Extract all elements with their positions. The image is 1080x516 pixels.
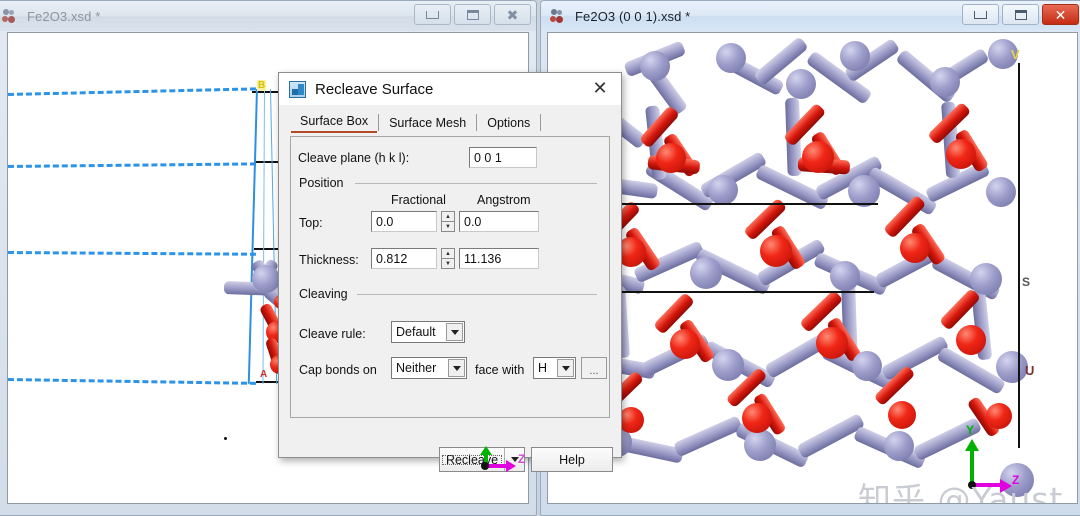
tab-separator	[540, 114, 542, 131]
thickness-angstrom-input[interactable]: 11.136	[459, 248, 539, 269]
restore-icon	[466, 9, 479, 20]
watermark: 知乎 @Yaust	[858, 480, 1064, 504]
left-window-title: Fe2O3.xsd *	[27, 8, 101, 24]
tab-separator	[378, 114, 380, 131]
marker-label-u: U	[1025, 363, 1035, 378]
dialog-body: Surface Box Surface Mesh Options Cleave …	[279, 106, 621, 472]
column-header-fractional: Fractional	[391, 193, 446, 207]
left-window-titlebar[interactable]: Fe2O3.xsd * ✖	[0, 1, 536, 31]
left-axis-gizmo	[216, 411, 266, 445]
thickness-angstrom-value: 11.136	[464, 251, 502, 266]
cleaving-group-label: Cleaving	[299, 287, 353, 301]
close-icon: ✖	[506, 6, 519, 23]
tab-surface-mesh[interactable]: Surface Mesh	[380, 114, 475, 133]
axis-label-y: Y	[966, 423, 975, 437]
cleave-plane-label: Cleave plane (h k l):	[298, 151, 410, 165]
ellipsis-icon: ...	[589, 365, 599, 377]
thickness-fractional-value: 0.812	[376, 251, 408, 266]
left-canvas-axis-gizmo: Z	[476, 446, 536, 478]
right-window-controls[interactable]: ✕	[962, 4, 1079, 25]
molecule-icon	[550, 8, 567, 24]
desktop-background: Fe2O3.xsd * ✖ B A Fe2O3 (0 0 1).xsd * ✕ …	[0, 0, 1080, 516]
help-button[interactable]: Help	[531, 447, 613, 472]
cap-bonds-label: Cap bonds on	[299, 363, 377, 377]
position-group-label: Position	[299, 176, 349, 190]
top-label: Top:	[299, 216, 323, 230]
face-with-label: face with	[475, 363, 525, 377]
minimize-button[interactable]	[414, 4, 451, 25]
dialog-titlebar[interactable]: Recleave Surface ✕	[279, 73, 621, 106]
column-header-angstrom: Angstrom	[477, 193, 531, 207]
marker-label-s: S	[1022, 275, 1031, 289]
spin-down-button[interactable]: ▼	[441, 221, 455, 232]
spin-down-button[interactable]: ▼	[441, 258, 455, 269]
top-spinner[interactable]: ▲ ▼	[441, 211, 455, 232]
cap-bonds-combo[interactable]: Neither	[391, 357, 467, 379]
surface-icon	[289, 80, 306, 98]
thickness-label: Thickness:	[299, 253, 359, 267]
close-icon: ✕	[1054, 6, 1067, 23]
face-with-more-button[interactable]: ...	[581, 357, 607, 379]
cell-vertical-edge	[1018, 63, 1020, 448]
cleave-rule-value: Default	[396, 325, 436, 339]
cleave-plane-input[interactable]: 0 0 1	[469, 147, 537, 168]
right-window-titlebar[interactable]: Fe2O3 (0 0 1).xsd * ✕	[541, 1, 1080, 31]
cleave-plane-row: Cleave plane (h k l):	[298, 151, 409, 165]
lattice-guide	[578, 203, 878, 205]
face-with-value: H	[538, 361, 548, 375]
cleave-rule-label: Cleave rule:	[299, 327, 366, 341]
tab-separator	[476, 114, 478, 131]
left-window-controls[interactable]: ✖	[414, 4, 531, 25]
minimize-icon	[974, 10, 987, 19]
chevron-down-icon[interactable]	[446, 323, 463, 341]
minimize-button[interactable]	[962, 4, 999, 25]
chevron-down-icon[interactable]	[448, 359, 465, 377]
minimize-icon	[426, 10, 439, 19]
thickness-fractional-input[interactable]: 0.812	[371, 248, 437, 269]
restore-button[interactable]	[1002, 4, 1039, 25]
close-button[interactable]: ✕	[1042, 4, 1079, 25]
right-window-title: Fe2O3 (0 0 1).xsd *	[575, 8, 691, 24]
cap-bonds-value: Neither	[396, 361, 437, 375]
chevron-down-icon[interactable]	[557, 359, 574, 377]
dialog-title: Recleave Surface	[315, 80, 434, 98]
marker-label-v: V	[1011, 47, 1020, 62]
molecule-icon	[2, 8, 19, 24]
recleave-surface-dialog[interactable]: Recleave Surface ✕ Surface Box Surface M…	[278, 72, 622, 472]
spin-up-button[interactable]: ▲	[441, 248, 455, 258]
restore-icon	[1014, 9, 1027, 20]
lattice-guide	[584, 291, 874, 293]
help-button-label: Help	[559, 452, 585, 467]
top-fractional-value: 0.0	[376, 214, 394, 229]
surface-box-panel: Cleave plane (h k l): 0 0 1 Position Fra…	[290, 136, 610, 418]
position-group-line	[355, 183, 597, 184]
top-angstrom-input[interactable]: 0.0	[459, 211, 539, 232]
spin-up-button[interactable]: ▲	[441, 211, 455, 221]
cleaving-group-line	[357, 294, 597, 295]
restore-button[interactable]	[454, 4, 491, 25]
right-structure-canvas[interactable]: V U S Y Z 知乎 @Yaust	[547, 32, 1078, 504]
top-fractional-input[interactable]: 0.0	[371, 211, 437, 232]
dialog-tabstrip[interactable]: Surface Box Surface Mesh Options	[291, 112, 542, 133]
tab-surface-box[interactable]: Surface Box	[291, 112, 378, 133]
close-button[interactable]: ✖	[494, 4, 531, 25]
thickness-spinner[interactable]: ▲ ▼	[441, 248, 455, 269]
cleave-rule-combo[interactable]: Default	[391, 321, 465, 343]
top-angstrom-value: 0.0	[464, 214, 482, 229]
face-with-combo[interactable]: H	[533, 357, 576, 379]
tab-options[interactable]: Options	[478, 114, 539, 133]
axis-label-z: Z	[518, 452, 526, 466]
close-icon: ✕	[592, 78, 608, 99]
dialog-close-button[interactable]: ✕	[589, 79, 611, 99]
cleave-plane-value: 0 0 1	[474, 150, 502, 165]
